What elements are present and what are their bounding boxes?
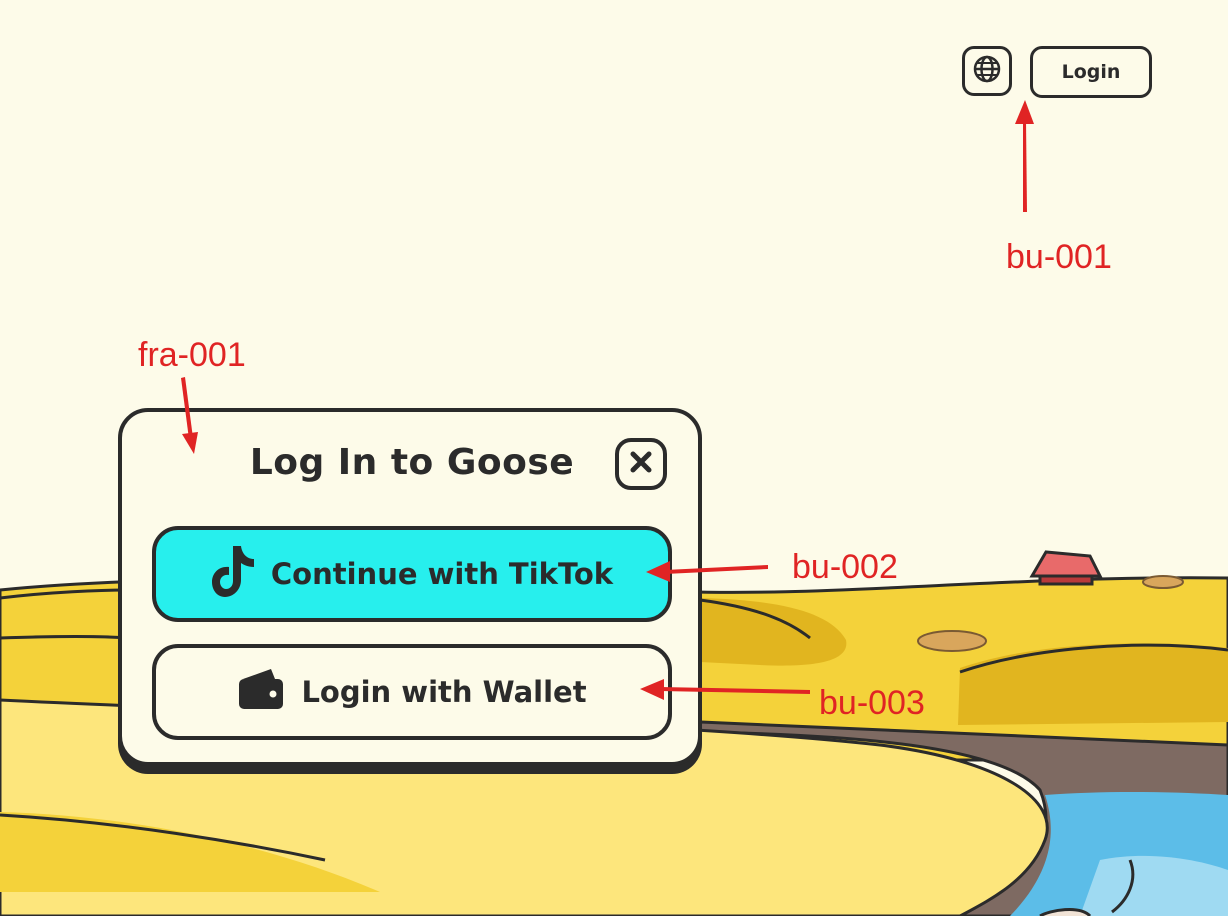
annotation-fra-001: fra-001 xyxy=(138,336,246,374)
annotation-bu-001: bu-001 xyxy=(1006,238,1112,276)
language-button[interactable] xyxy=(962,46,1012,96)
login-modal: Log In to Goose Continue with TikTok Log… xyxy=(118,408,702,766)
annotation-bu-003: bu-003 xyxy=(819,684,925,722)
annotation-bu-002: bu-002 xyxy=(792,548,898,586)
tiktok-login-button[interactable]: Continue with TikTok xyxy=(152,526,672,622)
header-login-label: Login xyxy=(1061,61,1121,83)
nest xyxy=(917,630,987,652)
wallet-login-button[interactable]: Login with Wallet xyxy=(152,644,672,740)
tiktok-button-label: Continue with TikTok xyxy=(270,557,614,591)
header-login-button[interactable]: Login xyxy=(1030,46,1152,98)
close-icon xyxy=(628,449,654,479)
close-button[interactable] xyxy=(615,438,667,490)
globe-icon xyxy=(972,54,1002,88)
nest xyxy=(1142,575,1184,589)
wallet-button-label: Login with Wallet xyxy=(301,675,587,709)
tiktok-icon xyxy=(211,544,255,605)
house xyxy=(1029,550,1103,586)
wallet-icon xyxy=(237,667,285,718)
